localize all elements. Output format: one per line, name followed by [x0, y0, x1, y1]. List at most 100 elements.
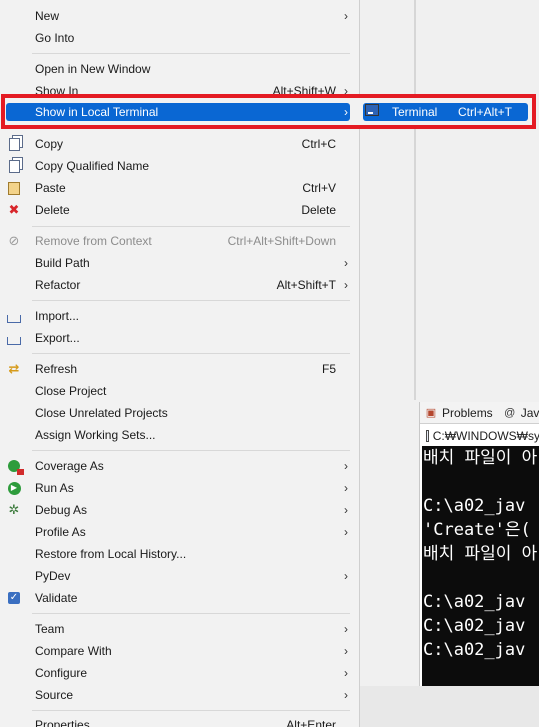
menu-item-shortcut: Ctrl+V — [302, 181, 336, 195]
menu-item-source[interactable]: Source › — [0, 684, 360, 706]
chevron-right-icon: › — [344, 256, 348, 270]
menu-item-label: Team — [35, 622, 65, 636]
remove-context-icon: ⊘ — [8, 233, 20, 248]
menu-item-label: Configure — [35, 666, 88, 680]
menu-item-label: Close Unrelated Projects — [35, 406, 168, 420]
menu-item-label: Show in Local Terminal — [35, 105, 159, 119]
menu-item-remove-from-context: ⊘ Remove from Context Ctrl+Alt+Shift+Dow… — [0, 230, 360, 252]
console-line: C:\a02_jav — [423, 592, 526, 612]
menu-item-label: Show In — [35, 84, 79, 98]
coverage-icon — [6, 458, 24, 475]
menu-item-pydev[interactable]: PyDev › — [0, 565, 360, 587]
menu-item-configure[interactable]: Configure › — [0, 662, 360, 684]
chevron-right-icon: › — [344, 525, 348, 539]
chevron-right-icon: › — [344, 503, 348, 517]
menu-item-show-in-local-terminal[interactable]: Show in Local Terminal › — [0, 101, 360, 123]
console-line: 'Create'은( — [423, 520, 531, 540]
menu-item-shortcut: Alt+Shift+W — [272, 84, 336, 98]
menu-item-label: Coverage As — [35, 459, 104, 473]
menu-item-build-path[interactable]: Build Path › — [0, 252, 360, 274]
bottom-panel: ▣ Problems @ Jav C:₩WINDOWS₩sy 배치 파일이 아 C… — [419, 402, 539, 686]
refresh-icon: ⇄ — [8, 361, 20, 376]
menu-item-label: Compare With — [35, 644, 112, 658]
console-line: C:\a02_jav — [423, 640, 526, 660]
menu-item-label: Export... — [35, 331, 80, 345]
copy-qualified-name-icon — [6, 158, 22, 174]
console-window-title: C:₩WINDOWS₩sy — [420, 426, 539, 446]
menu-item-label: PyDev — [35, 569, 71, 583]
console-window-icon — [426, 430, 429, 442]
chevron-right-icon: › — [344, 481, 348, 495]
menu-item-export[interactable]: Export... — [0, 327, 360, 349]
menu-item-copy[interactable]: Copy Ctrl+C — [0, 133, 360, 155]
validate-check-icon: ✓ — [8, 592, 20, 604]
menu-item-open-in-new-window[interactable]: Open in New Window — [0, 58, 360, 80]
panel-tabs: ▣ Problems @ Jav — [420, 402, 539, 424]
chevron-right-icon: › — [344, 569, 348, 583]
chevron-right-icon: › — [344, 622, 348, 636]
chevron-right-icon: › — [344, 9, 348, 23]
menu-separator — [32, 53, 350, 54]
menu-item-show-in[interactable]: Show In Alt+Shift+W › — [0, 80, 360, 102]
menu-item-copy-qualified-name[interactable]: Copy Qualified Name — [0, 155, 360, 177]
menu-item-label: Paste — [35, 181, 66, 195]
delete-icon: ✖ — [8, 202, 20, 217]
console-output[interactable]: 배치 파일이 아 C:\a02_jav 'Create'은(배치 파일이 아 C:\a… — [422, 446, 539, 686]
tab-problems[interactable]: ▣ Problems — [424, 406, 493, 420]
menu-separator — [32, 300, 350, 301]
javadoc-icon: @ — [504, 406, 516, 419]
menu-item-coverage-as[interactable]: Coverage As › — [0, 455, 360, 477]
menu-item-close-unrelated-projects[interactable]: Close Unrelated Projects — [0, 402, 360, 424]
menu-item-shortcut: Alt+Shift+T — [276, 278, 336, 292]
menu-item-shortcut: Alt+Enter — [286, 718, 336, 727]
menu-item-compare-with[interactable]: Compare With › — [0, 640, 360, 662]
menu-item-new[interactable]: New › — [0, 5, 360, 27]
menu-item-refresh[interactable]: ⇄ Refresh F5 — [0, 358, 360, 380]
menu-item-label: Close Project — [35, 384, 107, 398]
menu-separator — [32, 127, 350, 128]
menu-item-label: Open in New Window — [35, 62, 151, 76]
menu-item-assign-working-sets[interactable]: Assign Working Sets... — [0, 424, 360, 446]
menu-separator — [32, 710, 350, 711]
menu-item-go-into[interactable]: Go Into — [0, 27, 360, 49]
menu-item-profile-as[interactable]: Profile As › — [0, 521, 360, 543]
chevron-right-icon: › — [344, 84, 348, 98]
paste-icon — [6, 180, 22, 196]
menu-item-import[interactable]: Import... — [0, 305, 360, 327]
menu-item-validate[interactable]: ✓ Validate — [0, 587, 360, 609]
menu-item-refactor[interactable]: Refactor Alt+Shift+T › — [0, 274, 360, 296]
menu-item-label: Delete — [35, 203, 70, 217]
menu-item-shortcut: Delete — [301, 203, 336, 217]
menu-item-label: Profile As — [35, 525, 86, 539]
chevron-right-icon: › — [344, 666, 348, 680]
menu-item-paste[interactable]: Paste Ctrl+V — [0, 177, 360, 199]
menu-item-shortcut: Ctrl+C — [301, 137, 336, 151]
context-menu: New › Go Into Open in New Window Show In… — [0, 0, 360, 727]
console-line: C:\a02_jav — [423, 616, 526, 636]
menu-item-team[interactable]: Team › — [0, 618, 360, 640]
import-icon — [6, 308, 22, 324]
menu-item-restore-from-local-history[interactable]: Restore from Local History... — [0, 543, 360, 565]
terminal-icon — [365, 104, 381, 120]
menu-item-delete[interactable]: ✖ Delete Delete — [0, 199, 360, 221]
chevron-right-icon: › — [344, 105, 348, 119]
menu-item-label: Validate — [35, 591, 78, 605]
menu-item-label: Run As — [35, 481, 74, 495]
menu-item-label: Properties — [35, 718, 90, 727]
menu-item-properties[interactable]: Properties Alt+Enter — [0, 714, 360, 727]
submenu-item-label: Terminal — [392, 105, 438, 119]
menu-item-label: Assign Working Sets... — [35, 428, 156, 442]
menu-item-label: Remove from Context — [35, 234, 152, 248]
editor-edge — [414, 0, 416, 400]
menu-item-shortcut: F5 — [321, 362, 336, 376]
console-line: C:\a02_jav — [423, 496, 526, 516]
menu-item-close-project[interactable]: Close Project — [0, 380, 360, 402]
menu-item-label: Refresh — [35, 362, 78, 376]
menu-item-run-as[interactable]: ▶ Run As › — [0, 477, 360, 499]
tab-javadoc-label: Jav — [520, 405, 539, 420]
tab-javadoc[interactable]: @ Jav — [503, 406, 539, 420]
menu-item-shortcut: Ctrl+Alt+Shift+Down — [227, 234, 336, 248]
menu-item-debug-as[interactable]: ✲ Debug As › — [0, 499, 360, 521]
